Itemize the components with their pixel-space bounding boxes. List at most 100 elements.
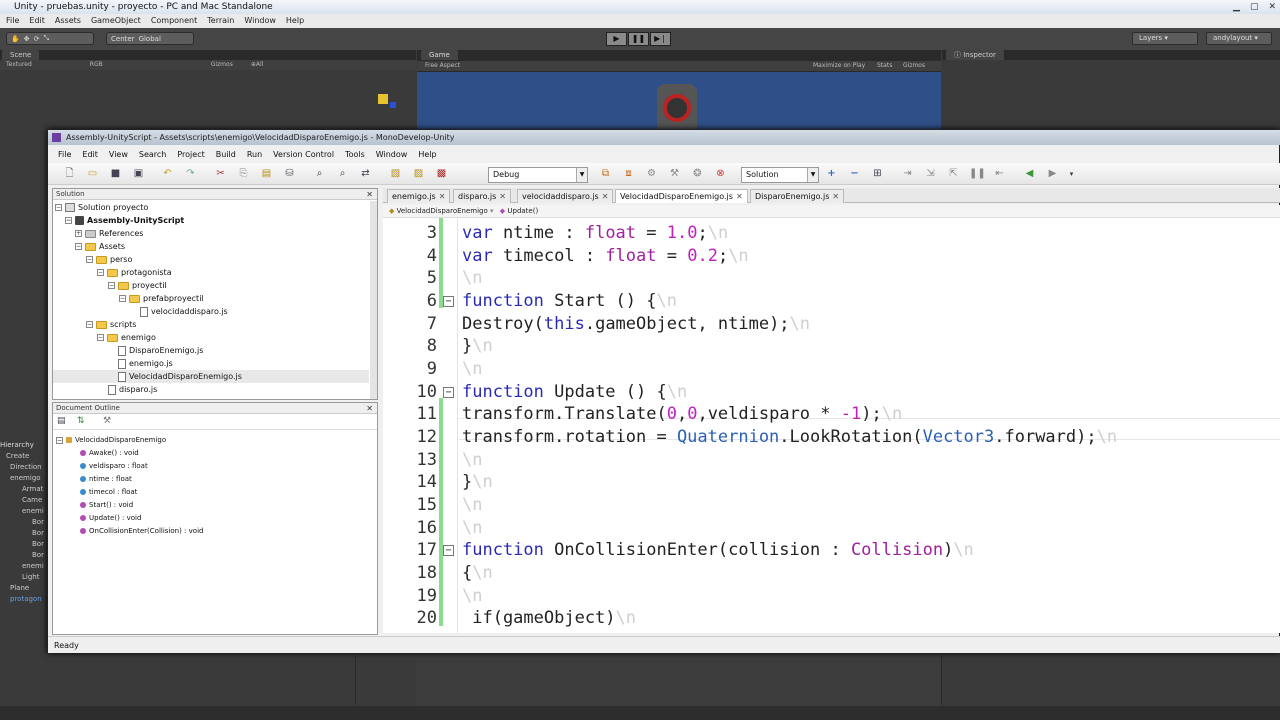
tab-disparo-js[interactable]: disparo.js ✕ <box>453 189 511 203</box>
hierarchy-item[interactable]: Direction <box>0 462 47 473</box>
outline-settings-icon[interactable]: ⚒ <box>103 416 111 426</box>
close-icon[interactable]: ✕ <box>1268 0 1276 14</box>
unity-menu-gameobject[interactable]: GameObject <box>91 14 141 28</box>
hierarchy-item[interactable]: Came <box>0 495 47 506</box>
move-tool-icon[interactable]: ✥ <box>24 35 30 43</box>
hierarchy-item[interactable]: enemi <box>0 561 47 572</box>
maximize-icon[interactable]: ▢ <box>1250 0 1259 14</box>
md-menu-search[interactable]: Search <box>139 148 166 162</box>
tab-velocidaddisparoenemigo-js[interactable]: VelocidadDisparoEnemigo.js ✕ <box>615 189 748 203</box>
collapse-icon[interactable]: − <box>56 436 63 444</box>
tree-item[interactable]: disparo.js <box>108 383 157 396</box>
unity-menu-terrain[interactable]: Terrain <box>207 14 234 28</box>
configuration-dropdown[interactable]: Debug ▼ <box>488 167 588 183</box>
delete-icon[interactable]: ⛁ <box>282 167 297 181</box>
hand-tool-icon[interactable]: ✋ <box>11 35 20 43</box>
unity-menu-file[interactable]: File <box>6 14 19 28</box>
outline-item[interactable]: OnCollisionEnter(Collision) : void <box>80 525 203 538</box>
tree-item[interactable]: velocidaddisparo.js <box>140 305 228 318</box>
collapse-icon[interactable]: − <box>86 256 93 263</box>
save-icon[interactable]: ■ <box>108 167 123 181</box>
layout-dropdown[interactable]: andylayout ▾ <box>1206 32 1272 45</box>
outline-group-icon[interactable]: ⇅ <box>77 416 85 426</box>
navigate-back-icon[interactable]: ◀ <box>1022 167 1037 181</box>
md-menu-help[interactable]: Help <box>418 148 436 162</box>
bookmark-next-icon[interactable]: ▩ <box>434 167 449 181</box>
hierarchy-item[interactable]: protagon <box>0 594 47 605</box>
outline-sort-icon[interactable]: ▤ <box>57 416 66 426</box>
outline-item[interactable]: veldisparo : float <box>80 460 148 473</box>
game-gizmos-toggle[interactable]: Gizmos <box>903 61 925 71</box>
hierarchy-item[interactable]: enemigo <box>0 473 47 484</box>
tree-item[interactable]: enemigo.js <box>118 357 173 370</box>
unity-menu-help[interactable]: Help <box>286 14 304 28</box>
bookmark-icon[interactable]: ▧ <box>388 167 403 181</box>
cut-icon[interactable]: ✂ <box>213 167 228 181</box>
tree-item[interactable]: − scripts <box>86 318 136 331</box>
collapse-icon[interactable]: − <box>108 282 115 289</box>
code-editor[interactable]: 3 4 5 6 7 8 9 10 11 12 13 14 15 16 17 18… <box>383 218 1280 633</box>
scene-search[interactable]: ⊕All <box>251 60 263 70</box>
step-out-icon[interactable]: ⇱ <box>946 167 961 181</box>
tree-item[interactable]: − protagonista <box>97 266 172 279</box>
space-global-button[interactable]: Global <box>139 35 161 43</box>
md-menu-edit[interactable]: Edit <box>82 148 98 162</box>
hierarchy-title[interactable]: Hierarchy <box>0 440 47 451</box>
collapse-icon[interactable]: − <box>97 334 104 341</box>
add-icon[interactable]: + <box>824 167 839 181</box>
md-menu-window[interactable]: Window <box>376 148 408 162</box>
fold-collapse-icon[interactable]: − <box>443 296 454 307</box>
outline-item[interactable]: Awake() : void <box>80 447 139 460</box>
tree-item[interactable]: − prefabproyectil <box>119 292 204 305</box>
tree-item[interactable]: − Solution proyecto <box>55 201 148 214</box>
collapse-icon[interactable]: − <box>119 295 126 302</box>
find-in-files-icon[interactable]: ⌕ <box>335 167 350 181</box>
scene-rgb-mode[interactable]: RGB <box>90 60 103 70</box>
tree-item[interactable]: − Assets <box>75 240 125 253</box>
fold-collapse-icon[interactable]: − <box>443 545 454 556</box>
debug-icon[interactable]: ⚒ <box>667 167 682 181</box>
fold-collapse-icon[interactable]: − <box>443 387 454 398</box>
build-all-icon[interactable]: ⧈ <box>621 167 636 181</box>
tab-scene[interactable]: Scene <box>2 50 40 60</box>
step-button[interactable]: ▶❘ <box>650 32 671 46</box>
find-icon[interactable]: ⌕ <box>312 167 327 181</box>
pause-debug-icon[interactable]: ❚❚ <box>969 167 986 181</box>
outline-item[interactable]: timecol : float <box>80 486 137 499</box>
md-menu-build[interactable]: Build <box>216 148 236 162</box>
hierarchy-item[interactable]: enemi <box>0 506 47 517</box>
toolbar-overflow-icon[interactable]: ▾ <box>1064 167 1079 181</box>
close-icon[interactable]: ✕ <box>832 192 839 201</box>
unity-menu-component[interactable]: Component <box>151 14 197 28</box>
run-icon[interactable]: ⚙ <box>644 167 659 181</box>
undo-icon[interactable]: ↶ <box>160 167 175 181</box>
md-menu-run[interactable]: Run <box>247 148 262 162</box>
unity-menu-edit[interactable]: Edit <box>29 14 45 28</box>
outline-item[interactable]: Start() : void <box>80 499 133 512</box>
close-icon[interactable]: ✕ <box>439 192 446 201</box>
navigate-forward-icon[interactable]: ▶ <box>1045 167 1060 181</box>
minimize-icon[interactable]: ▁ <box>1233 0 1240 14</box>
tab-velocidaddisparo-js[interactable]: velocidaddisparo.js ✕ <box>517 189 614 203</box>
path-class[interactable]: VelocidadDisparoEnemigo <box>397 207 488 215</box>
hierarchy-item[interactable]: Plane <box>0 583 47 594</box>
stats-toggle[interactable]: Stats <box>877 61 892 71</box>
hierarchy-create-button[interactable]: Create <box>0 451 47 462</box>
hierarchy-item[interactable]: Bor <box>0 517 47 528</box>
play-button[interactable]: ▶ <box>606 32 627 46</box>
outline-item[interactable]: Update() : void <box>80 512 141 525</box>
collapse-icon[interactable]: − <box>75 243 82 250</box>
close-icon[interactable]: ✕ <box>366 403 373 414</box>
close-icon[interactable]: ✕ <box>736 192 743 201</box>
scene-draw-mode[interactable]: Textured <box>6 60 32 70</box>
outline-item[interactable]: ntime : float <box>80 473 132 486</box>
scope-dropdown[interactable]: Solution ▼ <box>741 167 819 183</box>
tab-disparoenemigo-js[interactable]: DisparoEnemigo.js ✕ <box>750 189 845 203</box>
scene-orientation-gizmo[interactable] <box>368 84 398 114</box>
md-menu-view[interactable]: View <box>109 148 128 162</box>
tree-item-selected[interactable]: VelocidadDisparoEnemigo.js <box>53 370 369 383</box>
tree-item[interactable]: − Assembly-UnityScript <box>65 214 184 227</box>
new-file-icon[interactable]: 🗋 <box>62 167 77 181</box>
tree-item[interactable]: + References <box>75 227 143 240</box>
hierarchy-item[interactable]: Bor <box>0 550 47 561</box>
